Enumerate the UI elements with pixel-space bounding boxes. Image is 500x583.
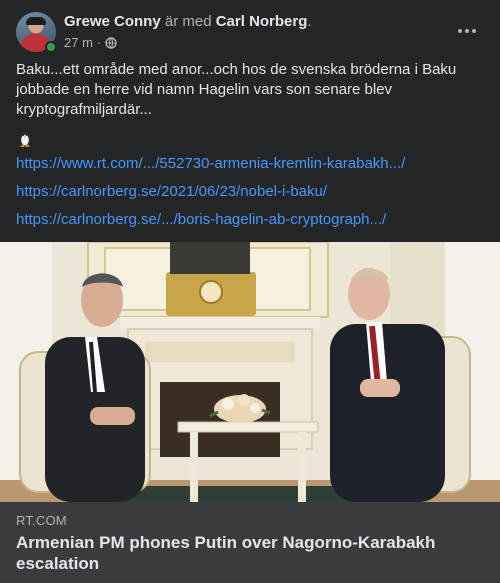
meeting-photo [0,242,500,502]
penguin-icon [19,132,31,147]
online-status-dot [45,41,57,53]
preview-domain: RT.COM [16,513,67,528]
link-preview[interactable]: RT.COM Armenian PM phones Putin over Nag… [0,502,500,583]
more-dot [472,29,476,33]
post-time[interactable]: 27 m [64,35,93,50]
meta-separator: · [96,35,102,50]
more-dot [458,29,462,33]
post-text: Baku...ett område med anor...och hos de … [16,61,457,118]
post-meta: 27 m · [64,35,117,50]
post-link-nobel[interactable]: https://carlnorberg.se/2021/06/23/nobel-… [16,183,327,200]
author-name[interactable]: Grewe Conny [64,13,161,30]
avatar-cap [26,17,46,25]
post-header: Grewe Conny är med Carl Norberg. 27 m · [16,12,484,54]
post-link-rt[interactable]: https://www.rt.com/.../552730-armenia-kr… [16,155,405,172]
preview-title[interactable]: Armenian PM phones Putin over Nagorno-Ka… [16,532,476,574]
author-line: Grewe Conny är med Carl Norberg. [64,13,312,30]
post-link-hagelin[interactable]: https://carlnorberg.se/.../boris-hagelin… [16,211,386,228]
more-dot [465,29,469,33]
more-options-button[interactable] [452,16,482,46]
with-text: är med [164,13,212,30]
period: . [307,13,312,30]
tagged-name[interactable]: Carl Norberg [216,13,308,30]
link-preview-image[interactable] [0,242,500,502]
globe-icon[interactable] [105,36,117,49]
